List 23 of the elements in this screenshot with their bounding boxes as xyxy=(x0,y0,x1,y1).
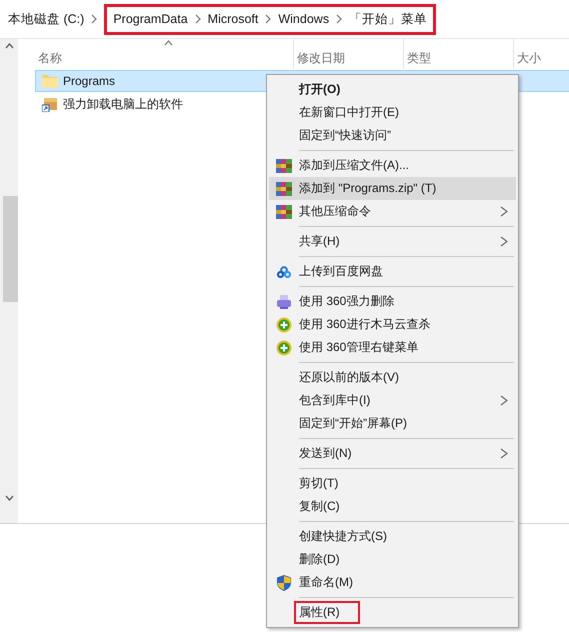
menu-label: 添加到 "Programs.zip" (T) xyxy=(298,180,438,197)
menu-label: 重命名(M) xyxy=(298,574,354,591)
file-name: Programs xyxy=(63,74,116,88)
menu-label: 剪切(T) xyxy=(298,475,340,492)
menu-label: 打开(O) xyxy=(298,81,342,98)
menu-label: 使用 360管理右键菜单 xyxy=(298,339,420,356)
menu-label: 包含到库中(I) xyxy=(298,392,372,409)
menu-label: 发送到(N) xyxy=(298,445,353,462)
menu-label: 固定到“快速访问” xyxy=(298,127,392,144)
highlighted-label: 属性(R) xyxy=(294,601,360,624)
menu-label: 创建快捷方式(S) xyxy=(298,528,388,545)
menu-label: 固定到“开始”屏幕(P) xyxy=(298,415,408,432)
menu-label: 上传到百度网盘 xyxy=(298,263,384,280)
menu-label: 添加到压缩文件(A)... xyxy=(298,157,410,174)
menu-label: 使用 360强力删除 xyxy=(298,293,396,310)
menu-label: 复制(C) xyxy=(298,498,341,515)
menu-label: 使用 360进行木马云查杀 xyxy=(298,316,432,333)
file-name: 强力卸载电脑上的软件 xyxy=(63,96,183,112)
menu-label: 删除(D) xyxy=(298,551,341,568)
menu-label: 其他压缩命令 xyxy=(298,203,372,220)
menu-label: 共享(H) xyxy=(298,233,341,250)
menu-label: 还原以前的版本(V) xyxy=(298,369,400,386)
menu-label: 在新窗口中打开(E) xyxy=(298,104,400,121)
